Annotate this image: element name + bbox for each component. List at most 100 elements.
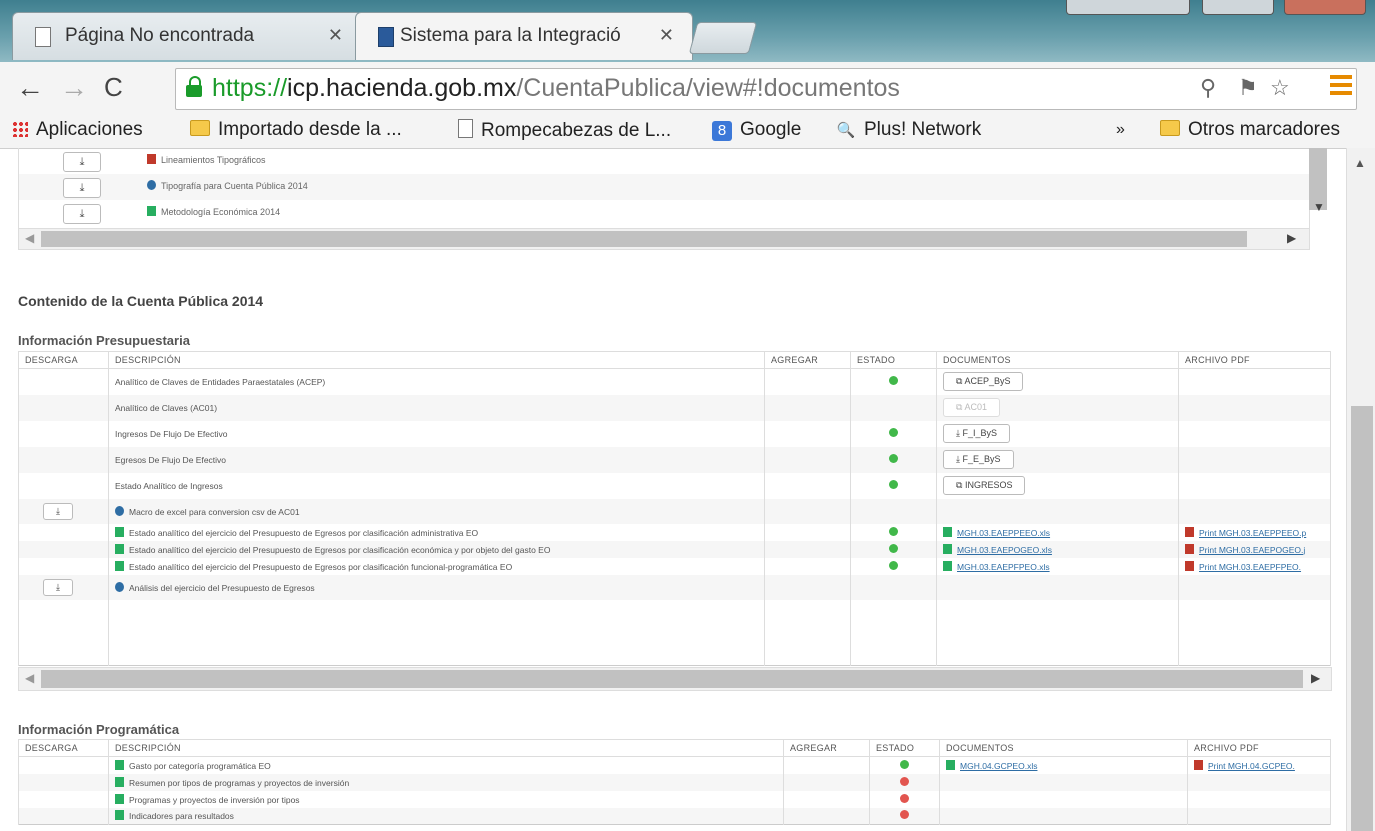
bookmark-plus-network[interactable]: 🔍 Plus! Network (836, 119, 982, 141)
pdf-link[interactable]: Print MGH.03.EAEPFPEO. (1199, 562, 1301, 572)
scroll-right-arrow-icon[interactable]: ▶ (1287, 231, 1296, 245)
maximize-button[interactable] (1202, 0, 1274, 15)
cell-archivo-pdf (1178, 446, 1331, 473)
cell-documentos: MGH.03.EAEPOGEO.xls (936, 540, 1179, 558)
scroll-down-arrow-icon[interactable]: ▼ (1313, 200, 1325, 214)
scroll-left-arrow-icon[interactable]: ◀ (25, 231, 34, 245)
cell-documentos: ⧉ INGRESOS (936, 472, 1179, 499)
cell-agregar (783, 807, 870, 825)
download-button[interactable]: ⤓ (43, 502, 73, 520)
forward-icon[interactable]: → (60, 72, 88, 104)
extension-icon[interactable]: ⚑ (1238, 75, 1258, 101)
cell-documentos: ⧉ AC01 (936, 394, 1179, 421)
pdf-icon (1185, 526, 1194, 537)
column-header-agregar[interactable]: AGREGAR (764, 351, 851, 369)
pdf-icon (147, 154, 156, 164)
document-link[interactable]: MGH.03.EAEPPEEO.xls (957, 528, 1050, 538)
bookmark-otros[interactable]: Otros marcadores (1160, 119, 1340, 141)
column-header-estado[interactable]: ESTADO (850, 351, 937, 369)
document-link[interactable]: MGH.03.EAEPOGEO.xls (957, 545, 1052, 555)
cell-descarga (18, 420, 109, 447)
cell-agregar (764, 420, 851, 447)
bookmark-rompecabezas[interactable]: Rompecabezas de L... (458, 119, 671, 142)
pdf-link[interactable]: Print MGH.03.EAEPOGEO.j (1199, 545, 1305, 555)
zoom-icon[interactable]: ⚲ (1200, 75, 1216, 101)
pdf-link[interactable]: Print MGH.03.EAEPPEEO.p (1199, 528, 1306, 538)
column-header-archivo-pdf[interactable]: ARCHIVO PDF (1178, 351, 1331, 369)
row-description: Tipografía para Cuenta Pública 2014 (147, 180, 308, 191)
status-green-icon (889, 454, 898, 463)
table-row: Indicadores para resultados (18, 807, 1331, 825)
lock-icon (186, 76, 202, 98)
download-button[interactable]: ⤓ (63, 204, 101, 224)
document-link[interactable]: MGH.04.GCPEO.xls (960, 761, 1037, 771)
close-tab-icon[interactable]: ✕ (328, 25, 343, 46)
address-bar[interactable]: https://icp.hacienda.gob.mx/CuentaPublic… (175, 68, 1357, 110)
scrollbar-thumb[interactable] (41, 231, 1247, 247)
new-tab-button[interactable] (688, 22, 758, 54)
column-header-estado[interactable]: ESTADO (869, 739, 940, 757)
cell-descarga (18, 368, 109, 395)
bookmarks-overflow-button[interactable]: » (1116, 121, 1125, 139)
cell-archivo-pdf (1178, 574, 1331, 600)
bookmark-apps[interactable]: Aplicaciones (12, 119, 143, 141)
bookmark-star-icon[interactable]: ☆ (1270, 75, 1290, 101)
close-window-button[interactable] (1284, 0, 1366, 15)
page-vertical-scrollbar[interactable]: ▲ (1346, 148, 1375, 831)
scroll-up-arrow-icon[interactable]: ▲ (1354, 156, 1366, 170)
document-link[interactable]: MGH.03.EAEPFPEO.xls (957, 562, 1050, 572)
tab-sistema-integracion[interactable]: Sistema para la Integració ✕ (355, 12, 693, 60)
close-tab-icon[interactable]: ✕ (659, 25, 674, 46)
cell-documentos (936, 498, 1179, 524)
download-button[interactable]: ⤓ (63, 178, 101, 198)
bookmark-importado[interactable]: Importado desde la ... (190, 119, 402, 141)
minimize-button[interactable] (1066, 0, 1190, 15)
column-header-descripcion[interactable]: DESCRIPCIÓN (108, 739, 784, 757)
status-red-icon (900, 810, 909, 820)
cell-descripcion: Analítico de Claves de Entidades Paraest… (108, 368, 765, 395)
column-header-documentos[interactable]: DOCUMENTOS (936, 351, 1179, 369)
back-icon[interactable]: ← (16, 72, 44, 104)
download-button[interactable]: ⤓ (63, 152, 101, 172)
excel-icon (115, 776, 124, 787)
row-description: Lineamientos Tipográficos (147, 154, 266, 165)
scrollbar-thumb[interactable] (41, 670, 1303, 688)
presupuestaria-horizontal-scrollbar[interactable]: ◀ ▶ (18, 667, 1332, 691)
column-header-descarga[interactable]: DESCARGA (18, 739, 109, 757)
chrome-menu-icon[interactable] (1330, 75, 1352, 95)
bookmark-google[interactable]: 8 Google (712, 119, 801, 141)
fragment-horizontal-scrollbar[interactable]: ◀ ▶ (18, 228, 1310, 250)
excel-icon (943, 543, 952, 554)
cell-agregar (764, 368, 851, 395)
cell-descripcion: Estado analítico del ejercicio del Presu… (108, 523, 765, 541)
reload-icon[interactable]: C (104, 72, 123, 103)
column-header-archivo-pdf[interactable]: ARCHIVO PDF (1187, 739, 1331, 757)
column-header-descarga[interactable]: DESCARGA (18, 351, 109, 369)
row-description: Estado analítico del ejercicio del Presu… (129, 527, 479, 538)
status-green-icon (900, 759, 909, 769)
cell-archivo-pdf (1187, 807, 1331, 825)
column-header-documentos[interactable]: DOCUMENTOS (939, 739, 1188, 757)
cell-agregar (783, 756, 870, 774)
url-text[interactable]: https://icp.hacienda.gob.mx/CuentaPublic… (212, 74, 900, 103)
scroll-right-arrow-icon[interactable]: ▶ (1311, 671, 1320, 685)
document-button[interactable]: ⧉ ACEP_ByS (943, 372, 1024, 392)
document-button[interactable]: ⧉ INGRESOS (943, 476, 1026, 495)
pdf-link[interactable]: Print MGH.04.GCPEO. (1208, 761, 1295, 771)
document-button-label: INGRESOS (964, 480, 1013, 490)
column-header-agregar[interactable]: AGREGAR (783, 739, 870, 757)
document-button: ⧉ AC01 (943, 398, 1000, 417)
document-button-label: F_E_ByS (962, 454, 1001, 464)
scrollbar-thumb[interactable] (1351, 406, 1373, 831)
download-button[interactable]: ⤓ (43, 578, 73, 596)
cell-descripcion: Analítico de Claves (AC01) (108, 394, 765, 421)
column-header-descripcion[interactable]: DESCRIPCIÓN (108, 351, 765, 369)
page-title: Contenido de la Cuenta Pública 2014 (18, 293, 264, 309)
pdf-icon (1185, 560, 1194, 571)
tab-pagina-no-encontrada[interactable]: Página No encontrada ✕ (12, 12, 362, 60)
bookmarks-bar: Aplicaciones Importado desde la ... Romp… (0, 114, 1375, 149)
document-button[interactable]: ⤓ F_I_ByS (943, 424, 1011, 443)
document-button[interactable]: ⤓ F_E_ByS (943, 450, 1014, 469)
scroll-left-arrow-icon[interactable]: ◀ (25, 671, 34, 685)
cell-estado (869, 790, 940, 808)
